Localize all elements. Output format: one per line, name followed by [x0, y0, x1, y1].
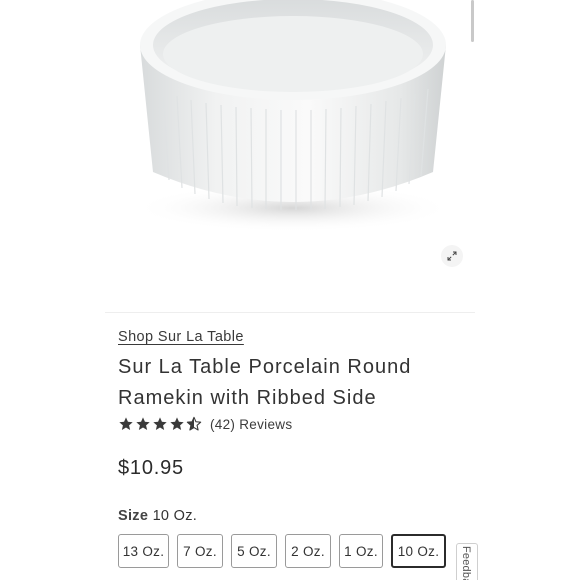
size-options: 13 Oz. 7 Oz. 5 Oz. 2 Oz. 1 Oz. 10 Oz. [118, 534, 446, 568]
feedback-label: Feedback [460, 546, 472, 580]
rating-stars [118, 416, 202, 432]
product-image[interactable] [105, 0, 475, 312]
star-icon [119, 417, 133, 430]
size-option[interactable]: 13 Oz. [118, 534, 169, 568]
half-star-icon [186, 416, 202, 431]
product-rating[interactable]: (42) Reviews [118, 415, 292, 433]
star-icon [136, 417, 150, 430]
ramekin-image [133, 0, 453, 232]
image-scrollbar[interactable] [471, 0, 474, 42]
size-option-selected[interactable]: 10 Oz. [391, 534, 446, 568]
size-option[interactable]: 1 Oz. [339, 534, 383, 568]
size-label: Size [118, 508, 149, 524]
size-selected: Size 10 Oz. [118, 508, 197, 524]
expand-image-button[interactable] [441, 245, 463, 267]
size-option[interactable]: 5 Oz. [231, 534, 277, 568]
product-price: $10.95 [118, 457, 184, 479]
feedback-tab[interactable]: Feedback [456, 543, 478, 580]
product-page: Shop Sur La Table Sur La Table Porcelain… [0, 0, 580, 580]
star-icon [170, 417, 184, 430]
product-title: Sur La Table Porcelain Round Ramekin wit… [118, 356, 412, 409]
expand-icon [447, 251, 457, 261]
divider [105, 312, 475, 313]
size-option[interactable]: 2 Oz. [285, 534, 331, 568]
size-option[interactable]: 7 Oz. [177, 534, 223, 568]
reviews-count[interactable]: (42) Reviews [210, 417, 292, 432]
star-icon [153, 417, 167, 430]
size-value: 10 Oz. [152, 508, 198, 524]
brand-link[interactable]: Shop Sur La Table [118, 329, 244, 345]
